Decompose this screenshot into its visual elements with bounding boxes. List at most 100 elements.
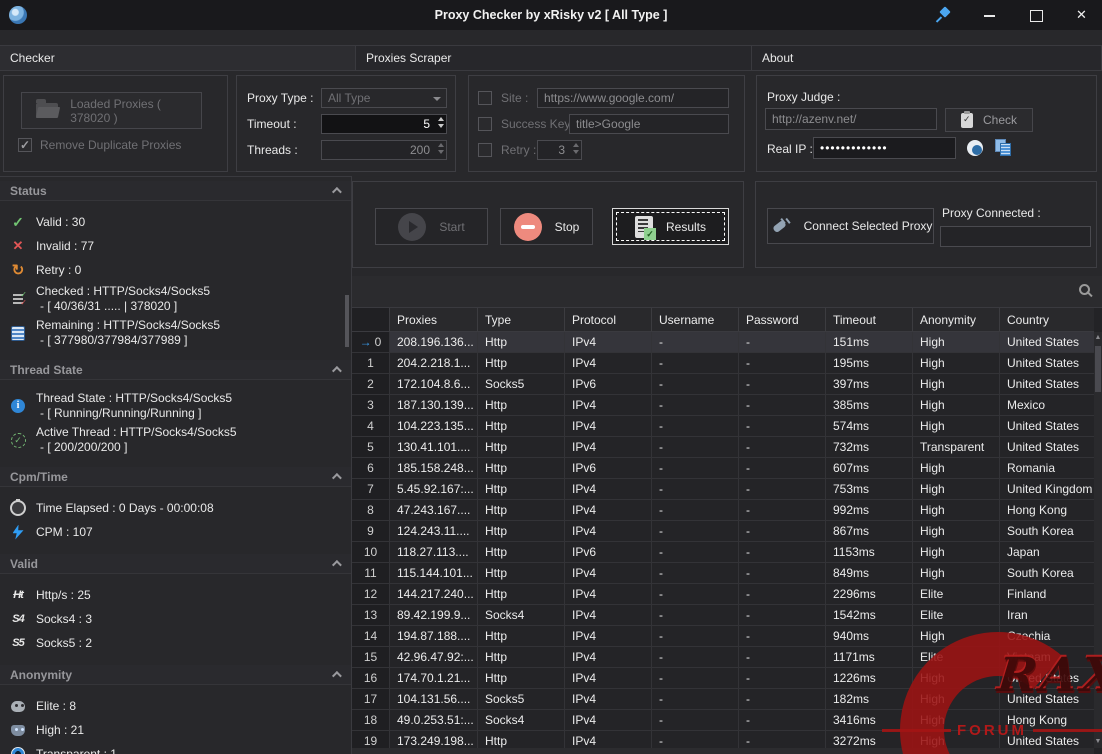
cell-proxy: 42.96.47.92:... xyxy=(390,647,478,667)
section-items: Valid : 30Invalid : 77Retry : 0Checked :… xyxy=(0,201,351,356)
remove-duplicates-checkbox[interactable] xyxy=(18,138,32,152)
show-ip-eye-icon[interactable] xyxy=(967,140,983,156)
table-row[interactable]: 12144.217.240...HttpIPv4--2296msEliteFin… xyxy=(352,584,1094,605)
table-row[interactable]: 4104.223.135...HttpIPv4--574msHighUnited… xyxy=(352,416,1094,437)
cell-country: United States xyxy=(1000,668,1094,688)
column-header-password[interactable]: Password xyxy=(739,308,826,331)
table-row[interactable]: 1204.2.218.1...HttpIPv4--195msHighUnited… xyxy=(352,353,1094,374)
cell-timeout: 732ms xyxy=(826,437,913,457)
table-row[interactable]: 14194.87.188....HttpIPv4--940msHighCzech… xyxy=(352,626,1094,647)
table-row[interactable]: 6185.158.248...HttpIPv6--607msHighRomani… xyxy=(352,458,1094,479)
section-header-status[interactable]: Status xyxy=(0,181,351,201)
table-row[interactable]: 5130.41.101....HttpIPv4--732msTransparen… xyxy=(352,437,1094,458)
remove-duplicates-checkbox-row[interactable]: Remove Duplicate Proxies xyxy=(18,138,181,152)
table-row[interactable]: 847.243.167....HttpIPv4--992msHighHong K… xyxy=(352,500,1094,521)
chevron-up-icon[interactable] xyxy=(332,473,342,483)
connect-selected-proxy-button[interactable]: Connect Selected Proxy xyxy=(767,208,934,244)
real-ip-input[interactable] xyxy=(813,137,956,159)
proxy-type-dropdown[interactable]: All Type xyxy=(321,88,447,108)
cell-username: - xyxy=(652,416,739,436)
site-url-input[interactable] xyxy=(537,88,729,108)
table-row[interactable]: 10118.27.113....HttpIPv6--1153msHighJapa… xyxy=(352,542,1094,563)
table-row[interactable]: 11115.144.101...HttpIPv4--849msHighSouth… xyxy=(352,563,1094,584)
proxy-connected-label: Proxy Connected : xyxy=(942,206,1041,220)
stop-button[interactable]: Stop xyxy=(500,208,593,245)
tab-about[interactable]: About xyxy=(752,46,1102,70)
cell-password: - xyxy=(739,479,826,499)
maximize-button[interactable] xyxy=(1028,7,1044,23)
chevron-up-icon[interactable] xyxy=(332,671,342,681)
scroll-up-icon[interactable]: ▲ xyxy=(1094,332,1102,344)
column-header-anonymity[interactable]: Anonymity xyxy=(913,308,1000,331)
table-vertical-scrollbar[interactable]: ▲ ▼ xyxy=(1094,332,1102,748)
section-title: Anonymity xyxy=(10,668,72,682)
row-index: 10 xyxy=(364,545,377,559)
timeout-spinner[interactable] xyxy=(438,117,444,128)
site-checkbox[interactable] xyxy=(478,91,492,105)
table-row[interactable]: 1849.0.253.51:...Socks4IPv4--3416msHighH… xyxy=(352,710,1094,731)
retry-spinner[interactable] xyxy=(573,143,579,154)
chevron-up-icon[interactable] xyxy=(332,560,342,570)
table-row[interactable]: 1389.42.199.9...Socks4IPv4--1542msEliteI… xyxy=(352,605,1094,626)
column-header-timeout[interactable]: Timeout xyxy=(826,308,913,331)
column-header-index[interactable] xyxy=(352,308,390,331)
table-row[interactable]: 3187.130.139...HttpIPv4--385msHighMexico xyxy=(352,395,1094,416)
column-header-country[interactable]: Country xyxy=(1000,308,1094,331)
start-button[interactable]: Start xyxy=(375,208,488,245)
table-row[interactable]: 1542.96.47.92:...HttpIPv4--1171msEliteVi… xyxy=(352,647,1094,668)
table-row[interactable]: 9124.243.11....HttpIPv4--867msHighSouth … xyxy=(352,521,1094,542)
column-header-type[interactable]: Type xyxy=(478,308,565,331)
status-line: CPM : 107 xyxy=(36,525,93,540)
cell-anonymity: High xyxy=(913,542,1000,562)
scroll-down-icon[interactable]: ▼ xyxy=(1094,736,1102,748)
section-header-anonymity[interactable]: Anonymity xyxy=(0,665,351,685)
chevron-up-icon[interactable] xyxy=(332,366,342,376)
table-row[interactable]: 75.45.92.167:...HttpIPv4--753msHighUnite… xyxy=(352,479,1094,500)
cell-username: - xyxy=(652,689,739,709)
copy-ip-icon[interactable] xyxy=(995,139,1011,155)
table-row[interactable]: 17104.131.56....Socks5IPv4--182msHighUni… xyxy=(352,689,1094,710)
check-button-label: Check xyxy=(983,113,1017,127)
success-key-input[interactable] xyxy=(569,114,729,134)
proxy-judge-input[interactable] xyxy=(765,108,937,130)
column-header-proxies[interactable]: Proxies xyxy=(390,308,478,331)
column-header-protocol[interactable]: Protocol xyxy=(565,308,652,331)
timeout-input[interactable] xyxy=(321,114,447,134)
window-controls xyxy=(936,0,1090,30)
retry-checkbox[interactable] xyxy=(478,143,492,157)
pin-icon[interactable] xyxy=(936,7,952,23)
loaded-proxies-button[interactable]: Loaded Proxies ( 378020 ) xyxy=(21,92,202,129)
table-row[interactable]: →0208.196.136...HttpIPv4--151msHighUnite… xyxy=(352,332,1094,353)
cell-index: →0 xyxy=(352,332,390,352)
table-row[interactable]: 2172.104.8.6...Socks5IPv6--397msHighUnit… xyxy=(352,374,1094,395)
cell-password: - xyxy=(739,437,826,457)
minimize-button[interactable] xyxy=(982,7,998,23)
section-header-valid[interactable]: Valid xyxy=(0,554,351,574)
plug-icon xyxy=(769,216,791,236)
section-header-thread-state[interactable]: Thread State xyxy=(0,360,351,380)
section-header-cpm-time[interactable]: Cpm/Time xyxy=(0,467,351,487)
cell-username: - xyxy=(652,374,739,394)
cell-protocol: IPv4 xyxy=(565,605,652,625)
chevron-up-icon[interactable] xyxy=(332,187,342,197)
play-icon xyxy=(398,213,426,241)
check-judge-button[interactable]: Check xyxy=(945,108,1033,132)
threads-input[interactable] xyxy=(321,140,447,160)
table-search-bar[interactable] xyxy=(352,276,1102,308)
title-bar[interactable]: Proxy Checker by xRisky v2 [ All Type ] xyxy=(0,0,1102,30)
success-key-checkbox[interactable] xyxy=(478,117,492,131)
results-button[interactable]: Results xyxy=(612,208,729,245)
search-icon xyxy=(1079,284,1090,295)
table-horizontal-scrollbar[interactable] xyxy=(352,748,1094,754)
sidebar-scrollbar[interactable] xyxy=(345,295,349,347)
column-header-username[interactable]: Username xyxy=(652,308,739,331)
close-button[interactable] xyxy=(1074,7,1090,23)
threads-spinner[interactable] xyxy=(438,143,444,154)
tab-checker[interactable]: Checker xyxy=(0,46,356,70)
proxy-connected-input[interactable] xyxy=(940,226,1091,247)
table-row[interactable]: 16174.70.1.21...HttpIPv4--1226msHighUnit… xyxy=(352,668,1094,689)
cell-protocol: IPv4 xyxy=(565,416,652,436)
high-mask-icon xyxy=(9,722,27,738)
scrollbar-thumb[interactable] xyxy=(1095,346,1101,392)
tab-proxies-scraper[interactable]: Proxies Scraper xyxy=(356,46,752,70)
